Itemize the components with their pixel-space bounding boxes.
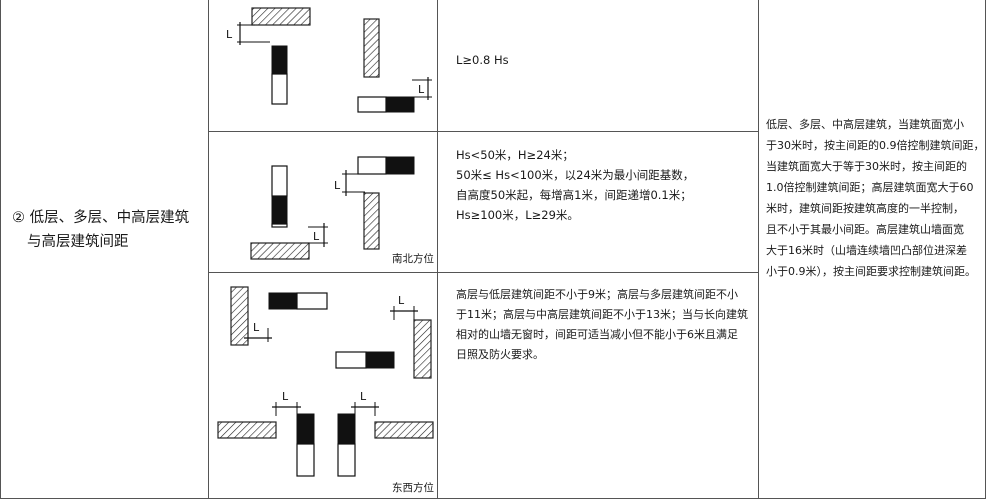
high-rise-light-part <box>296 443 315 477</box>
high-rise-dark-part <box>337 413 356 445</box>
high-rise-dark-part <box>296 413 315 445</box>
hatched-building <box>250 242 310 260</box>
diagram-row2: L L <box>250 156 415 260</box>
dimension-label: L <box>334 179 341 192</box>
high-rise-dark-part <box>268 292 298 310</box>
rule-text-row1: L≥0.8 Hs <box>456 50 509 70</box>
rule-line: L≥0.8 Hs <box>456 53 509 67</box>
rule-line: 相对的山墙无窗时，间距可适当减小但不能小于6米且满足 <box>456 328 738 341</box>
high-rise-dark-part <box>271 195 288 225</box>
high-rise-light-part <box>296 292 328 310</box>
dimension-label: L <box>398 294 405 307</box>
dimension-label: L <box>313 230 320 243</box>
hatched-building <box>363 192 380 250</box>
rule-text-row2: Hs<50米，H≥24米； 50米≤ Hs<100米，以24米为最小间距基数， … <box>456 145 694 225</box>
rule-line: 自高度50米起，每增高1米，间距递增0.1米； <box>456 188 692 202</box>
hatched-building <box>230 286 249 346</box>
high-rise-dark-part <box>365 351 395 369</box>
note-line: 低层、多层、中高层建筑，当建筑面宽小 <box>766 118 964 131</box>
rule-line: 50米≤ Hs<100米，以24米为最小间距基数， <box>456 168 695 182</box>
hatched-building <box>251 7 311 26</box>
hatched-building <box>413 319 432 379</box>
note-line: 且不小于其最小间距。高层建筑山墙面宽 <box>766 223 964 236</box>
high-rise-dark-part <box>271 45 288 75</box>
rule-line: 日照及防火要求。 <box>456 348 544 361</box>
hatched-building <box>374 421 434 439</box>
diagram-row1: L L <box>226 7 432 113</box>
note-line: 米时，建筑间距按建筑高度的一半控制， <box>766 202 964 215</box>
orientation-caption: 南北方位 <box>392 253 434 265</box>
note-line: 大于16米时（山墙连续墙凹凸部位进深差 <box>766 244 967 257</box>
rule-line: Hs<50米，H≥24米； <box>456 148 574 162</box>
note-line: 当建筑面宽大于等于30米时，按主间距的 <box>766 160 967 173</box>
rule-text-row3: 高层与低层建筑间距不小于9米；高层与多层建筑间距不小 于11米；高层与中高层建筑… <box>456 285 748 365</box>
hatched-building <box>217 421 277 439</box>
high-rise-light-part <box>357 156 387 175</box>
high-rise-dark-part <box>385 96 415 113</box>
control-note: 低层、多层、中高层建筑，当建筑面宽小 于30米时，按主间距的0.9倍控制建筑间距… <box>766 114 985 282</box>
rule-line: 高层与低层建筑间距不小于9米；高层与多层建筑间距不小 <box>456 288 738 301</box>
hatched-building <box>363 18 380 78</box>
dimension-label: L <box>360 390 367 403</box>
high-rise-light-part <box>357 96 387 113</box>
rule-line: Hs≥100米，L≥29米。 <box>456 208 579 222</box>
dimension-label: L <box>418 83 425 96</box>
note-line: 小于0.9米），按主间距要求控制建筑间距。 <box>766 265 976 278</box>
high-rise-light-part <box>335 351 367 369</box>
note-line: 1.0倍控制建筑间距；高层建筑面宽大于60 <box>766 181 974 194</box>
note-line: 于30米时，按主间距的0.9倍控制建筑间距， <box>766 139 985 152</box>
dimension-label: L <box>226 28 233 41</box>
high-rise-light-part <box>337 443 356 477</box>
rule-line: 于11米；高层与中高层建筑间距不小于13米；当与长向建筑 <box>456 308 748 321</box>
dimension-label: L <box>253 321 260 334</box>
high-rise-light-part <box>271 165 288 197</box>
spacing-table: ② 低层、多层、中高层建筑 与高层建筑间距 L L L L L L L L 南北… <box>0 0 987 503</box>
high-rise-dark-part <box>385 156 415 175</box>
high-rise-light-part <box>271 73 288 105</box>
orientation-caption: 东西方位 <box>392 482 434 494</box>
diagram-row3: L L L L <box>217 286 434 477</box>
dimension-label: L <box>282 390 289 403</box>
